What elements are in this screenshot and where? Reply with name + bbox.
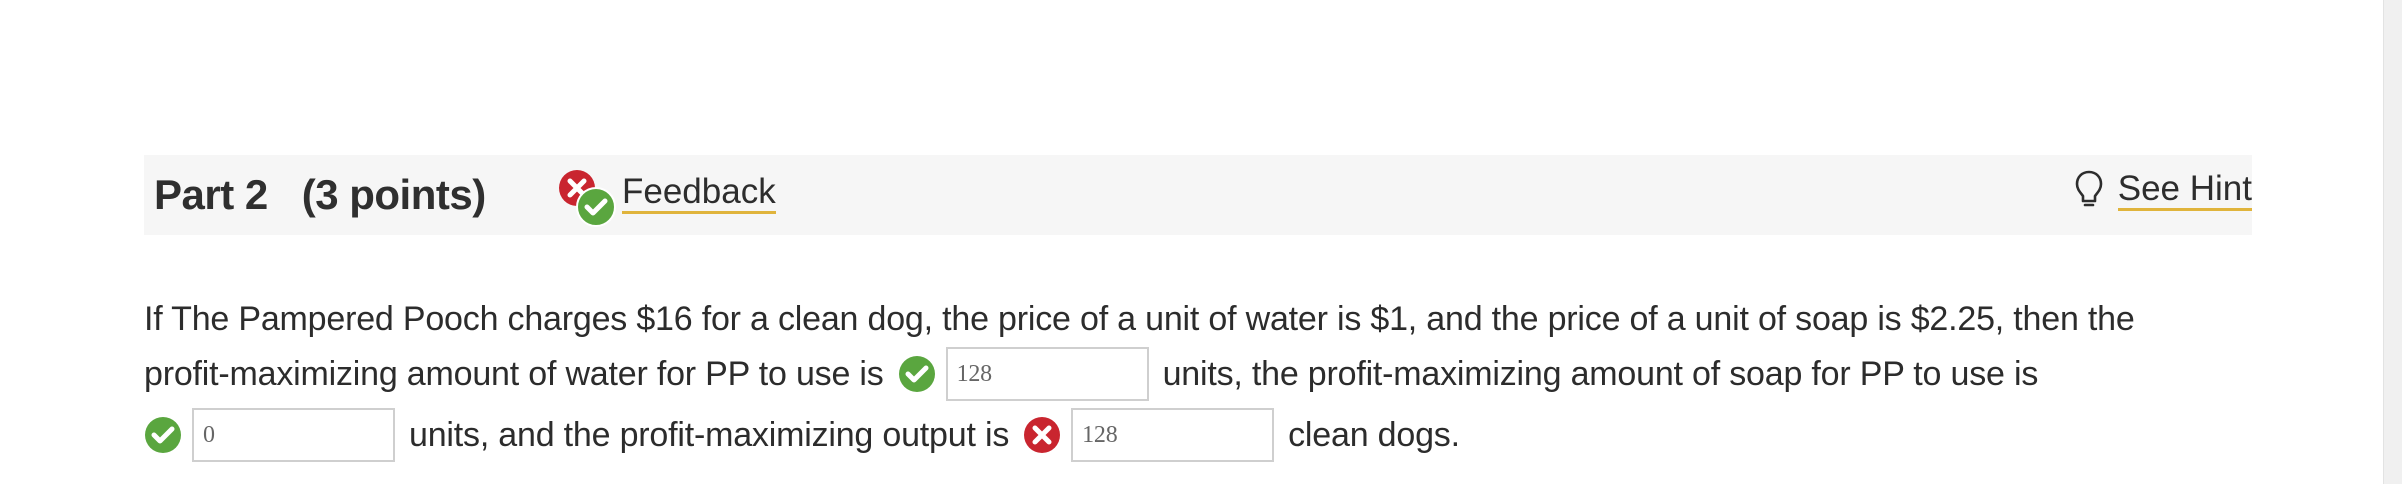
water-answer-input[interactable]: 128 — [945, 347, 1149, 401]
question-line-3-suffix: clean dogs. — [1288, 415, 1460, 454]
question-line-3: 0 units, and the profit-maximizing outpu… — [144, 404, 2294, 466]
see-hint-link[interactable]: See Hint — [2117, 169, 2252, 211]
check-circle-icon — [145, 417, 181, 453]
hint-control[interactable]: See Hint — [2074, 169, 2252, 211]
question-line-2-text: profit-maximizing amount of water for PP… — [144, 354, 884, 393]
question-line-2-suffix: units, the profit-maximizing amount of s… — [1162, 354, 2039, 393]
question-line-1: If The Pampered Pooch charges $16 for a … — [144, 294, 2294, 344]
part-label: Part 2 — [154, 171, 268, 218]
lightbulb-icon — [2075, 170, 2103, 207]
feedback-control[interactable]: Feedback — [558, 167, 776, 227]
x-circle-icon — [1024, 417, 1061, 453]
soap-answer-input[interactable]: 0 — [192, 408, 395, 462]
question-line-1-text: If The Pampered Pooch charges $16 for a … — [144, 299, 2135, 338]
question-line-3-text: units, and the profit-maximizing output … — [409, 415, 1010, 454]
check-circle-icon — [898, 356, 935, 392]
points-label: (3 points) — [301, 171, 486, 218]
vertical-scrollbar[interactable] — [2383, 0, 2402, 484]
part-header: Part 2 (3 points) Feedback See Hint — [144, 155, 2252, 235]
question-line-2: profit-maximizing amount of water for PP… — [144, 344, 2294, 404]
question-text: If The Pampered Pooch charges $16 for a … — [144, 294, 2294, 466]
part-title: Part 2 (3 points) — [154, 171, 486, 219]
output-answer-input[interactable]: 128 — [1071, 408, 1275, 462]
feedback-mixed-icon[interactable] — [558, 167, 622, 227]
feedback-link[interactable]: Feedback — [622, 173, 776, 214]
check-circle-icon — [576, 187, 616, 227]
